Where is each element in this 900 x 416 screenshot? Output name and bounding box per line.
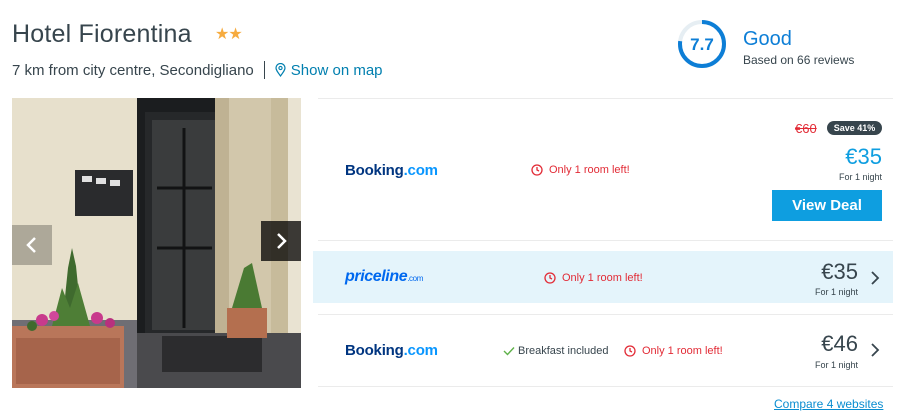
provider-name: Booking	[345, 162, 404, 179]
breakfast-text: Breakfast included	[518, 345, 609, 357]
price-note: For 1 night	[814, 287, 858, 297]
provider-logo-booking: Booking.com	[345, 342, 438, 359]
divider	[318, 240, 893, 241]
rating-label: Good	[743, 28, 792, 50]
price-note: For 1 night	[814, 360, 858, 370]
divider	[263, 61, 265, 79]
provider-domain: .com	[403, 342, 438, 359]
divider	[318, 386, 893, 387]
star-rating-icon: ★★	[215, 26, 243, 43]
provider-name: Booking	[345, 342, 404, 359]
clock-icon	[624, 345, 636, 357]
hotel-photo[interactable]	[12, 98, 301, 388]
provider-name: priceline	[345, 268, 408, 285]
rating-score: 7.7	[690, 35, 714, 54]
deal-price: €35	[821, 259, 858, 284]
distance-text: 7 km from city centre, Secondigliano	[12, 61, 254, 79]
clock-icon	[531, 164, 543, 176]
hotel-name: Hotel Fiorentina	[12, 20, 192, 48]
price-note: For 1 night	[838, 172, 882, 182]
breakfast-included: Breakfast included	[503, 345, 609, 357]
hotel-entrance-image	[12, 98, 301, 388]
availability-text: Only 1 room left!	[642, 345, 723, 357]
chevron-right-icon	[277, 233, 287, 249]
clock-icon	[544, 272, 556, 284]
review-count: Based on 66 reviews	[743, 53, 855, 67]
deal-price: €35	[845, 144, 882, 169]
availability-alert: Only 1 room left!	[531, 164, 630, 176]
deal-price: €46	[821, 331, 858, 356]
chevron-left-icon	[26, 237, 36, 253]
provider-domain: .com	[407, 274, 423, 283]
compare-websites-link[interactable]: Compare 4 websites	[774, 397, 883, 411]
original-price: €60	[795, 121, 817, 136]
provider-domain: .com	[403, 162, 438, 179]
hotel-location: 7 km from city centre, Secondigliano Sho…	[12, 61, 383, 79]
view-deal-button[interactable]: View Deal	[772, 190, 882, 221]
provider-logo-booking: Booking.com	[345, 162, 438, 179]
availability-text: Only 1 room left!	[562, 272, 643, 284]
gallery-prev-button[interactable]	[12, 225, 52, 265]
discount-badge: Save 41%	[827, 121, 882, 135]
availability-text: Only 1 room left!	[549, 164, 630, 176]
show-on-map-label: Show on map	[290, 61, 383, 79]
chevron-right-icon[interactable]	[870, 342, 880, 358]
availability-alert: Only 1 room left!	[544, 272, 643, 284]
map-pin-icon	[275, 63, 286, 77]
show-on-map-link[interactable]: Show on map	[275, 62, 383, 79]
provider-logo-priceline: priceline.com	[345, 268, 423, 286]
chevron-right-icon[interactable]	[870, 270, 880, 286]
availability-alert: Only 1 room left!	[624, 345, 723, 357]
checkmark-icon	[503, 347, 515, 356]
gallery-next-button[interactable]	[261, 221, 301, 261]
